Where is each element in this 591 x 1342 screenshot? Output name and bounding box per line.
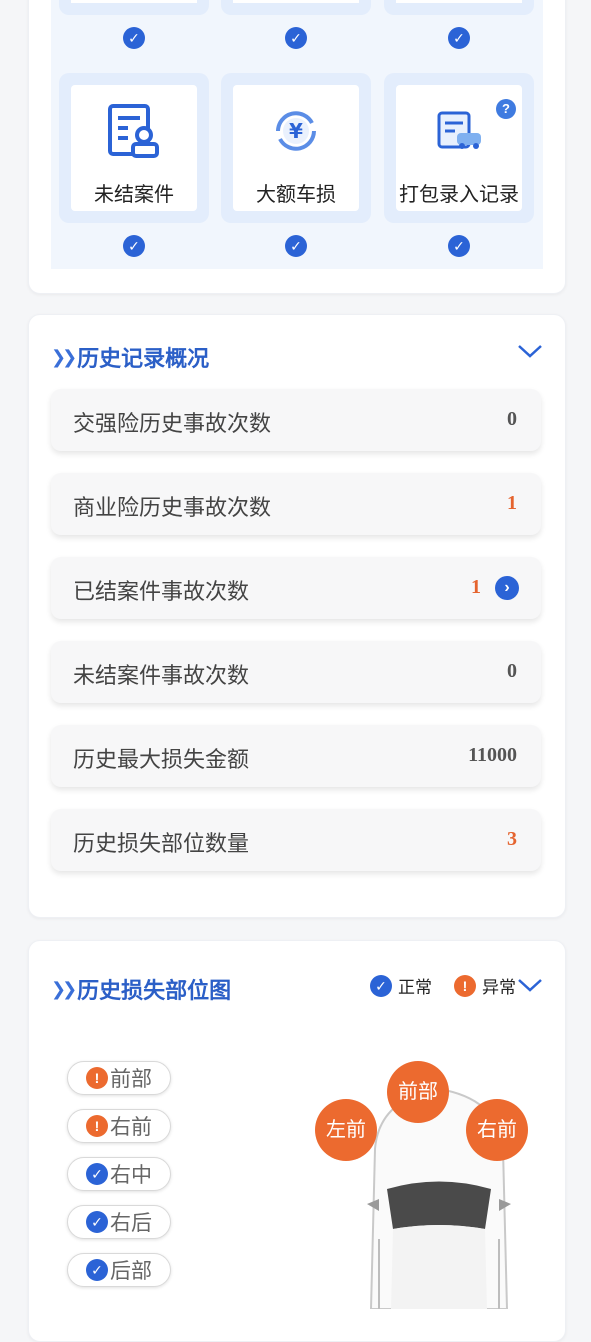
tile-large-damage[interactable]: ¥ 大额车损 bbox=[221, 73, 371, 223]
section-title: ❯❯ 历史记录概况 bbox=[51, 346, 210, 371]
bubble-left-front[interactable]: 左前 bbox=[315, 1099, 377, 1161]
row-compulsory-accidents: 交强险历史事故次数 0 bbox=[51, 389, 541, 451]
row-damaged-parts: 历史损失部位数量 3 bbox=[51, 809, 541, 871]
check-icon: ✓ bbox=[448, 27, 470, 49]
double-chevron-icon: ❯❯ bbox=[51, 346, 77, 367]
check-icon: ✓ bbox=[86, 1211, 108, 1233]
alert-icon: ! bbox=[454, 974, 476, 997]
tile-label: 打包录入记录 bbox=[399, 184, 519, 206]
tile-package-records[interactable]: ? 打包录入记录 bbox=[384, 73, 534, 223]
car-form-icon bbox=[396, 103, 522, 164]
yuan-refresh-icon: ¥ bbox=[233, 103, 359, 164]
history-summary-card: ❯❯ 历史记录概况 交强险历史事故次数 0 商业险历史事故次数 1 已结案件事故… bbox=[28, 314, 566, 918]
row-unsettled-cases: 未结案件事故次数 0 bbox=[51, 641, 541, 703]
legend-normal: ✓ 正常 bbox=[370, 973, 432, 998]
part-right-middle[interactable]: ✓ 右中 bbox=[67, 1157, 171, 1191]
chevron-down-icon[interactable] bbox=[517, 977, 543, 998]
tile-label: 大额车损 bbox=[256, 184, 336, 206]
tile-label: 未结案件 bbox=[94, 184, 174, 206]
check-icon: ✓ bbox=[123, 235, 145, 257]
double-chevron-icon: ❯❯ bbox=[51, 978, 77, 999]
bubble-front[interactable]: 前部 bbox=[387, 1061, 449, 1123]
check-icon: ✓ bbox=[86, 1163, 108, 1185]
tile-stub[interactable] bbox=[59, 0, 209, 15]
check-icon: ✓ bbox=[448, 235, 470, 257]
bubble-right-front[interactable]: 右前 bbox=[466, 1099, 528, 1161]
part-right-rear[interactable]: ✓ 右后 bbox=[67, 1205, 171, 1239]
part-right-front[interactable]: ! 右前 bbox=[67, 1109, 171, 1143]
check-icon: ✓ bbox=[86, 1259, 108, 1281]
tile-unsettled-cases[interactable]: 未结案件 bbox=[59, 73, 209, 223]
svg-text:¥: ¥ bbox=[289, 119, 303, 143]
damage-map-card: ❯❯ 历史损失部位图 ✓ 正常 ! 异常 ! 前部 ! 右前 ✓ 右中 ✓ 右后… bbox=[28, 940, 566, 1342]
row-max-loss: 历史最大损失金额 11000 bbox=[51, 725, 541, 787]
row-settled-cases[interactable]: 已结案件事故次数 1 › bbox=[51, 557, 541, 619]
chevron-right-icon[interactable]: › bbox=[495, 576, 519, 600]
alert-icon: ! bbox=[86, 1115, 108, 1137]
tile-stub[interactable] bbox=[384, 0, 534, 15]
tile-stub[interactable] bbox=[221, 0, 371, 15]
part-front[interactable]: ! 前部 bbox=[67, 1061, 171, 1095]
check-icon: ✓ bbox=[123, 27, 145, 49]
check-icon: ✓ bbox=[285, 27, 307, 49]
part-rear[interactable]: ✓ 后部 bbox=[67, 1253, 171, 1287]
row-commercial-accidents: 商业险历史事故次数 1 bbox=[51, 473, 541, 535]
quick-entry-card: ✓ ✓ ✓ 未结案件 ¥ 大额车损 ? 打包录入记录 ✓ ✓ ✓ bbox=[28, 0, 566, 294]
check-icon: ✓ bbox=[285, 235, 307, 257]
chevron-down-icon[interactable] bbox=[517, 343, 543, 364]
case-document-icon bbox=[71, 103, 197, 164]
tile-grid: ✓ ✓ ✓ 未结案件 ¥ 大额车损 ? 打包录入记录 ✓ ✓ ✓ bbox=[51, 0, 543, 269]
check-icon: ✓ bbox=[370, 974, 392, 997]
section-title: ❯❯ 历史损失部位图 bbox=[51, 978, 232, 1003]
legend-abnormal: ! 异常 bbox=[454, 973, 516, 998]
alert-icon: ! bbox=[86, 1067, 108, 1089]
